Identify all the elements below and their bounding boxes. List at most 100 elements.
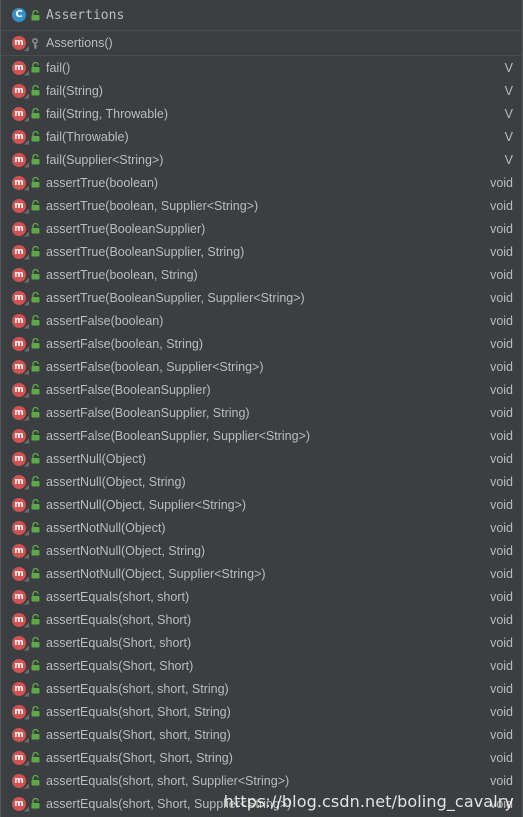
watermark: https://blog.csdn.net/boling_cavalry <box>223 792 514 811</box>
class-icon: C <box>11 7 27 23</box>
method-icon: m <box>11 175 27 191</box>
member-row[interactable]: m assertFalse(BooleanSupplier, Supplier<S… <box>1 424 522 447</box>
method-icon: m <box>11 635 27 651</box>
unlock-icon <box>30 62 40 74</box>
method-icon: m <box>11 152 27 168</box>
method-icon: m <box>11 106 27 122</box>
class-header[interactable]: C Assertions <box>1 0 522 31</box>
method-icon: m <box>11 359 27 375</box>
unlock-icon <box>30 108 40 120</box>
unlock-icon <box>30 545 40 557</box>
return-type: V <box>504 129 513 144</box>
unlock-icon <box>30 568 40 580</box>
member-label: assertNull(Object) <box>46 451 147 466</box>
return-type: void <box>490 497 513 512</box>
unlock-icon <box>30 200 40 212</box>
member-row[interactable]: m fail(String, Throwable) V <box>1 102 522 125</box>
return-type: void <box>490 612 513 627</box>
member-row[interactable]: m assertTrue(boolean, String) void <box>1 263 522 286</box>
unlock-icon <box>30 338 40 350</box>
return-type: void <box>490 681 513 696</box>
unlock-icon <box>30 591 40 603</box>
class-title: Assertions <box>46 7 125 23</box>
unlock-icon <box>30 361 40 373</box>
method-badge: m <box>12 497 26 512</box>
method-badge: m <box>12 612 26 627</box>
method-badge: m <box>12 428 26 443</box>
return-type: void <box>490 428 513 443</box>
member-label: assertEquals(Short, Short) <box>46 658 194 673</box>
unlock-icon <box>30 637 40 649</box>
member-row[interactable]: m fail() V <box>1 56 522 79</box>
member-row[interactable]: m assertEquals(Short, Short) void <box>1 654 522 677</box>
method-icon: m <box>11 221 27 237</box>
method-icon: m <box>11 198 27 214</box>
method-badge: m <box>12 566 26 581</box>
unlock-icon <box>30 384 40 396</box>
member-row[interactable]: m assertEquals(Short, Short, String) void <box>1 746 522 769</box>
method-badge: m <box>12 589 26 604</box>
method-icon: m <box>11 704 27 720</box>
member-label: assertNotNull(Object) <box>46 520 166 535</box>
method-icon: m <box>11 681 27 697</box>
member-row[interactable]: m assertEquals(short, Short, String) void <box>1 700 522 723</box>
member-row[interactable]: m assertNotNull(Object) void <box>1 516 522 539</box>
member-row[interactable]: m assertNull(Object, Supplier<String>) voi… <box>1 493 522 516</box>
method-badge: m <box>12 267 26 282</box>
member-label: assertEquals(short, short) <box>46 589 190 604</box>
return-type: void <box>490 198 513 213</box>
method-badge: m <box>12 474 26 489</box>
member-row[interactable]: m assertNotNull(Object, String) void <box>1 539 522 562</box>
member-row[interactable]: m assertFalse(boolean, Supplier<String>) v… <box>1 355 522 378</box>
return-type: void <box>490 451 513 466</box>
constructor-row[interactable]: m Assertions() <box>1 31 522 56</box>
member-row[interactable]: m assertFalse(boolean) void <box>1 309 522 332</box>
method-badge: m <box>12 727 26 742</box>
member-row[interactable]: m fail(Throwable) V <box>1 125 522 148</box>
structure-panel: C Assertions m Assertions() m fail() Vm fai… <box>0 0 523 817</box>
return-type: void <box>490 359 513 374</box>
method-icon: m <box>11 520 27 536</box>
member-row[interactable]: m assertTrue(BooleanSupplier, Supplier<St… <box>1 286 522 309</box>
unlock-icon <box>30 499 40 511</box>
return-type: void <box>490 566 513 581</box>
method-icon: m <box>11 727 27 743</box>
member-row[interactable]: m assertNull(Object) void <box>1 447 522 470</box>
member-row[interactable]: m assertFalse(boolean, String) void <box>1 332 522 355</box>
member-row[interactable]: m assertTrue(BooleanSupplier) void <box>1 217 522 240</box>
member-row[interactable]: m assertEquals(Short, short, String) void <box>1 723 522 746</box>
method-badge: m <box>12 796 26 811</box>
return-type: V <box>504 106 513 121</box>
member-row[interactable]: m assertEquals(short, short, String) void <box>1 677 522 700</box>
unlock-icon <box>30 752 40 764</box>
method-icon: m <box>11 428 27 444</box>
member-label: assertTrue(boolean, String) <box>46 267 198 282</box>
unlock-icon <box>30 223 40 235</box>
member-row[interactable]: m assertNull(Object, String) void <box>1 470 522 493</box>
member-row[interactable]: m assertTrue(boolean) void <box>1 171 522 194</box>
member-row[interactable]: m assertEquals(short, short, Supplier<Str… <box>1 769 522 792</box>
member-label: assertEquals(short, Short, String) <box>46 704 231 719</box>
method-icon: m <box>11 566 27 582</box>
member-row[interactable]: m assertEquals(short, short) void <box>1 585 522 608</box>
member-row[interactable]: m fail(String) V <box>1 79 522 102</box>
method-badge: m <box>12 451 26 466</box>
method-icon: m <box>11 612 27 628</box>
member-row[interactable]: m assertFalse(BooleanSupplier) void <box>1 378 522 401</box>
member-row[interactable]: m assertNotNull(Object, Supplier<String>)… <box>1 562 522 585</box>
member-row[interactable]: m assertEquals(Short, short) void <box>1 631 522 654</box>
return-type: V <box>504 152 513 167</box>
member-label: assertEquals(Short, short) <box>46 635 192 650</box>
member-label: fail(String) <box>46 83 103 98</box>
member-row[interactable]: m assertTrue(boolean, Supplier<String>) vo… <box>1 194 522 217</box>
unlock-icon <box>30 476 40 488</box>
method-badge: m <box>12 83 26 98</box>
method-badge: m <box>12 750 26 765</box>
unlock-icon <box>30 292 40 304</box>
member-row[interactable]: m assertTrue(BooleanSupplier, String) void <box>1 240 522 263</box>
member-row[interactable]: m fail(Supplier<String>) V <box>1 148 522 171</box>
member-row[interactable]: m assertFalse(BooleanSupplier, String) voi… <box>1 401 522 424</box>
member-row[interactable]: m assertEquals(short, Short) void <box>1 608 522 631</box>
method-badge: m <box>12 152 26 167</box>
constructor-label: Assertions() <box>46 36 113 50</box>
